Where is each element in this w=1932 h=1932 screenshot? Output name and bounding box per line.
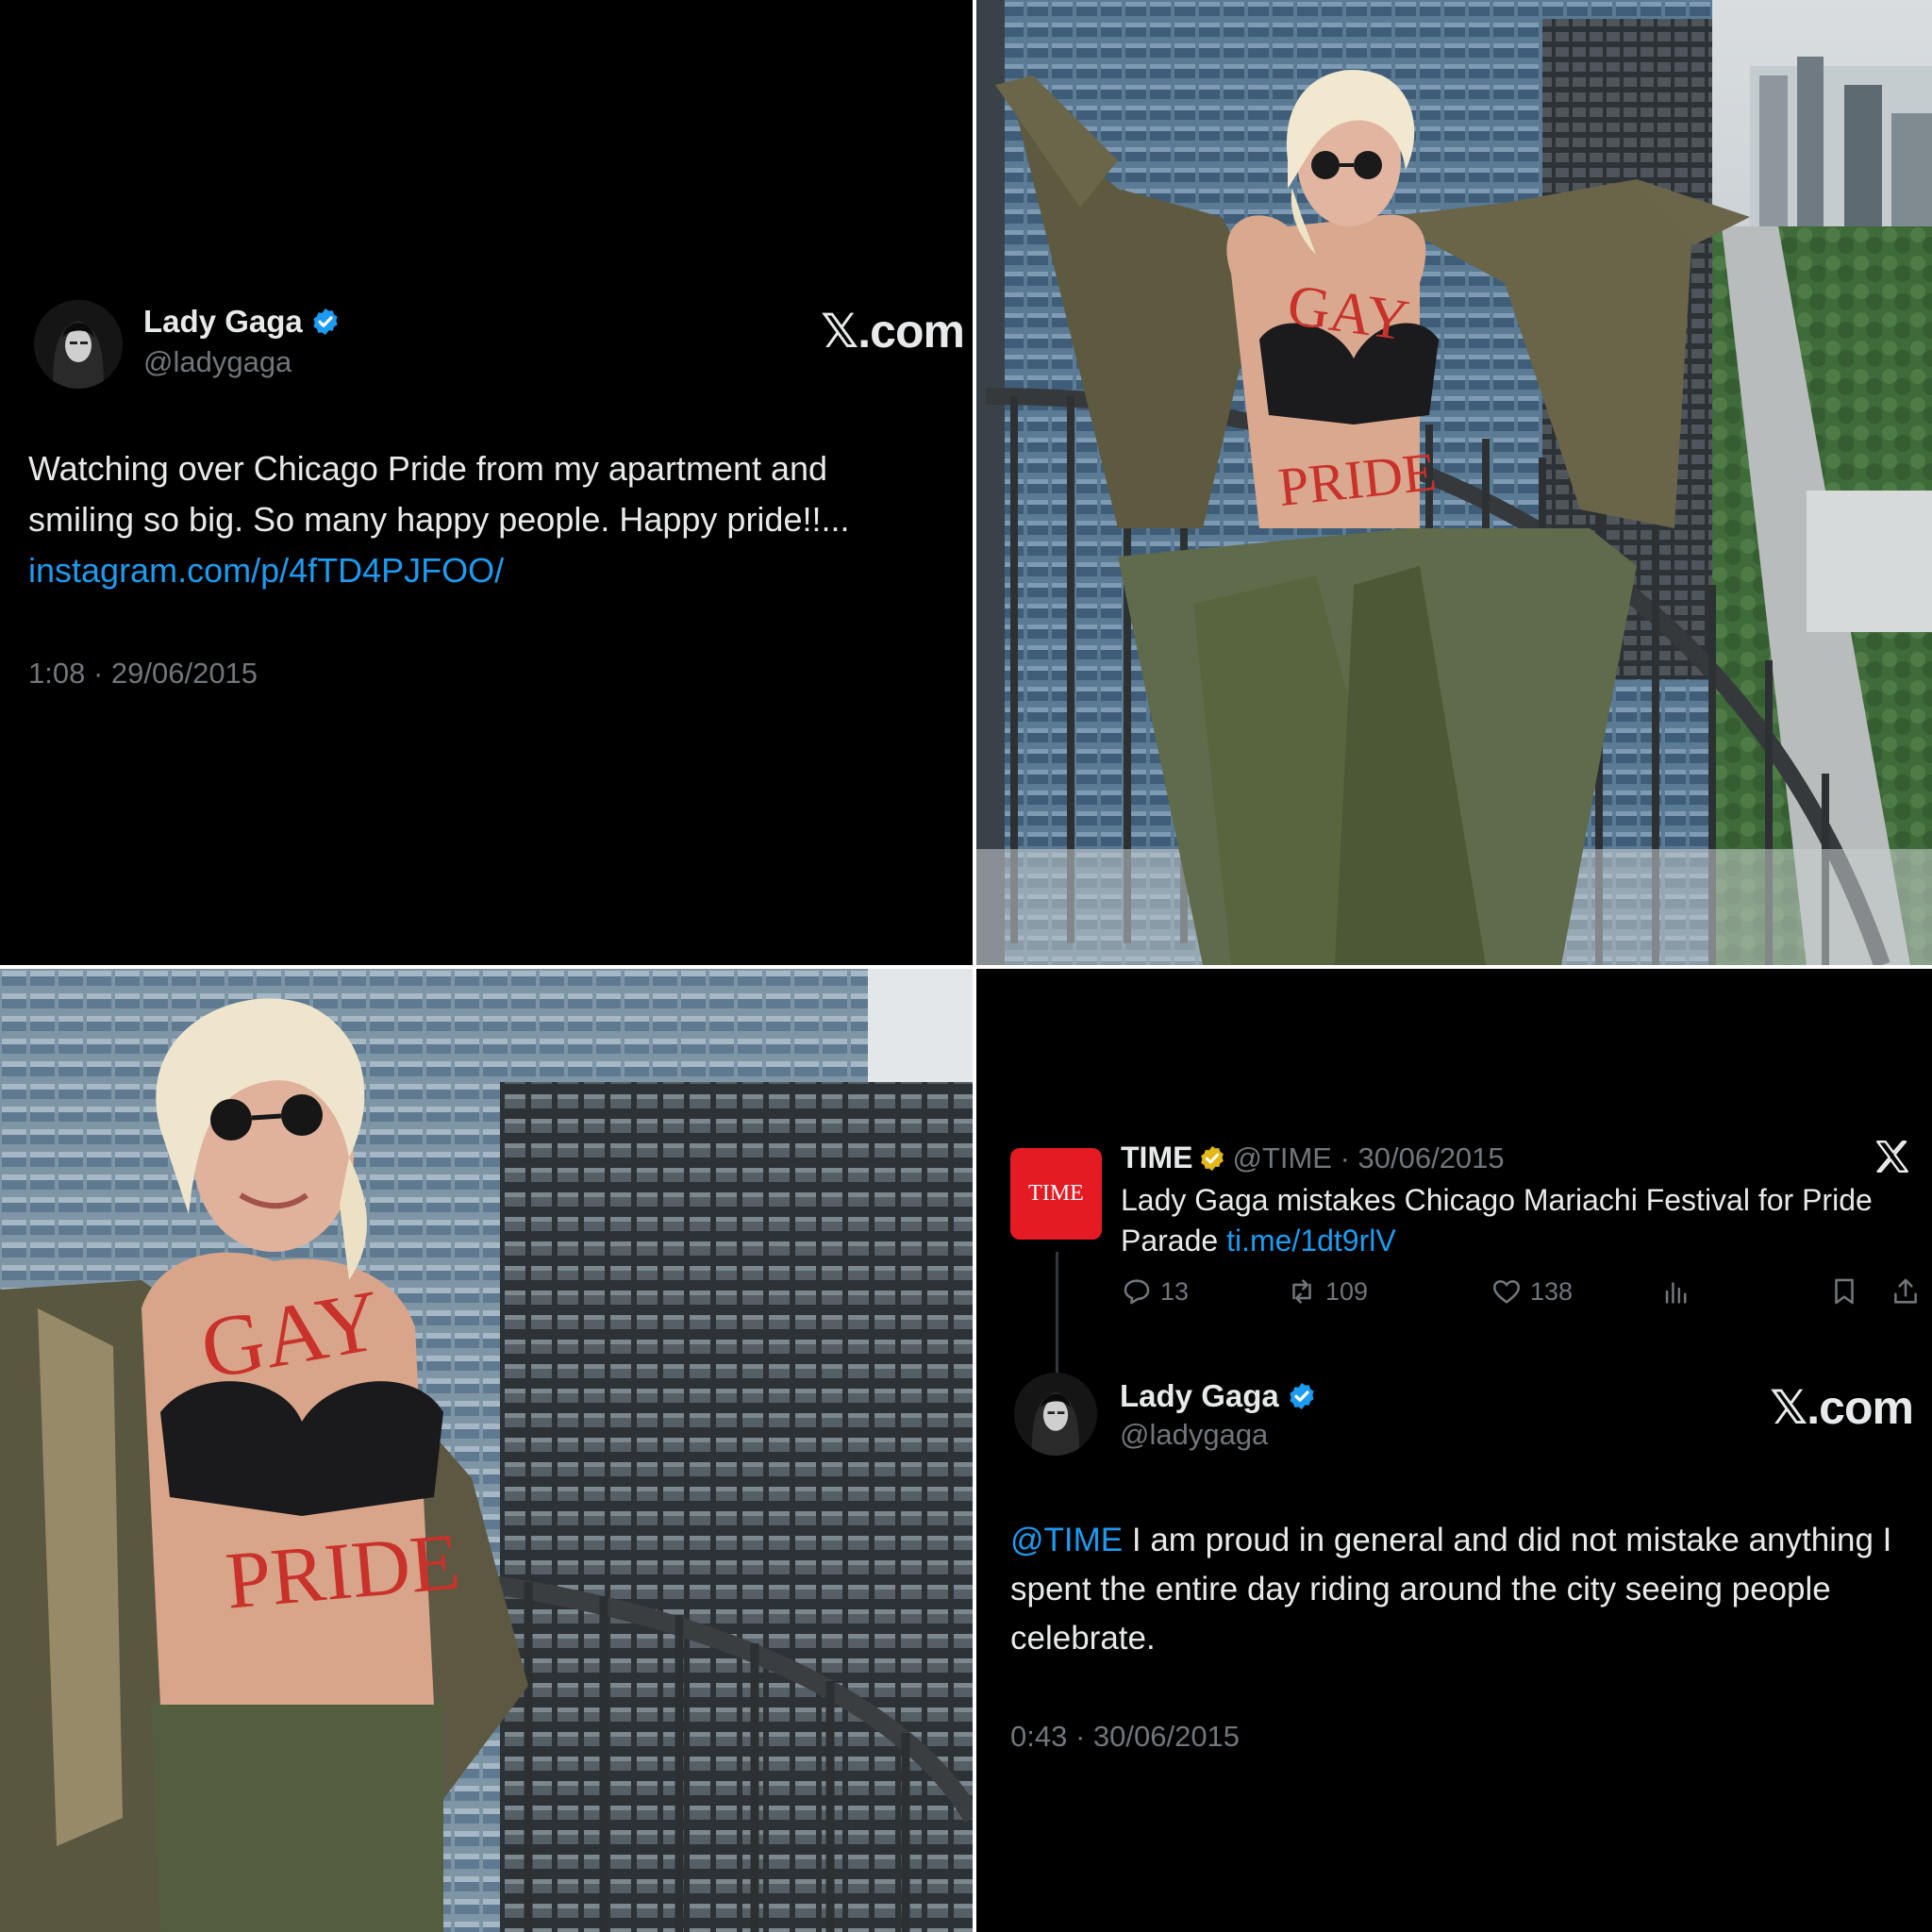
user-handle[interactable]: @ladygaga (143, 345, 291, 379)
avatar[interactable] (34, 300, 123, 389)
reply-text: @TIME I am proud in general and did not … (1010, 1516, 1907, 1663)
reply-body: I am proud in general and did not mistak… (1010, 1522, 1892, 1657)
views-button[interactable] (1660, 1275, 1692, 1307)
reply-count: 13 (1160, 1276, 1190, 1306)
views-icon (1660, 1275, 1692, 1307)
like-button[interactable]: 138 (1491, 1275, 1573, 1307)
time-tweet-link[interactable]: ti.me/1dt9rlV (1226, 1224, 1396, 1257)
divider-horizontal (0, 965, 1932, 969)
photo-balcony-bottom-image: GAY PRIDE (0, 969, 973, 1932)
reply-button[interactable]: 13 (1121, 1275, 1189, 1307)
tweet-link[interactable]: instagram.com/p/4fTD4PJFOO/ (28, 551, 504, 590)
photo-balcony-top-image: GAY PRIDE (976, 0, 1932, 965)
tweet-thread-time-reply: TIME TIME @TIME · 30/06/2015 Lady Gaga m… (976, 969, 1932, 1932)
tweet-text: Watching over Chicago Pride from my apar… (28, 443, 934, 596)
x-logo-icon: 𝕏.com (1770, 1381, 1914, 1434)
tweet-card-ladygaga-pride: Lady Gaga @ladygaga 𝕏.com Watching over … (0, 0, 973, 965)
like-icon (1491, 1275, 1523, 1307)
like-count: 138 (1530, 1276, 1574, 1306)
time-avatar[interactable]: TIME (1010, 1148, 1102, 1240)
retweet-icon (1286, 1275, 1318, 1307)
x-logo-icon: 𝕏.com (821, 305, 965, 358)
photo-balcony-bottom: GAY PRIDE (0, 969, 973, 1932)
retweet-button[interactable]: 109 (1286, 1275, 1368, 1307)
reply-icon (1121, 1275, 1153, 1307)
display-name-text: Lady Gaga (1120, 1378, 1279, 1413)
share-icon (1890, 1275, 1922, 1307)
mention-link[interactable]: @TIME (1010, 1522, 1123, 1558)
display-name[interactable]: Lady Gaga (1120, 1378, 1317, 1414)
tweet-timestamp[interactable]: 0:43 · 30/06/2015 (1010, 1720, 1240, 1754)
time-tweet-header: TIME @TIME · 30/06/2015 (1121, 1141, 1505, 1175)
tweet-actions: 13 109 138 (1121, 1275, 1923, 1313)
bookmark-button[interactable] (1828, 1275, 1860, 1307)
verified-badge-icon (310, 307, 341, 337)
retweet-count: 109 (1325, 1276, 1369, 1306)
bookmark-icon (1828, 1275, 1860, 1307)
display-name-text: Lady Gaga (143, 304, 303, 339)
thread-connector (1056, 1252, 1058, 1384)
user-handle[interactable]: @ladygaga (1120, 1418, 1268, 1452)
avatar[interactable] (1014, 1373, 1097, 1456)
gold-verified-badge-icon (1198, 1144, 1226, 1173)
time-tweet-text: Lady Gaga mistakes Chicago Mariachi Fest… (1121, 1180, 1923, 1261)
handle-and-date[interactable]: @TIME · 30/06/2015 (1232, 1141, 1504, 1175)
x-logo-icon (1873, 1137, 1912, 1176)
tweet-body: Watching over Chicago Pride from my apar… (28, 449, 850, 539)
display-name[interactable]: TIME (1121, 1141, 1192, 1175)
display-name[interactable]: Lady Gaga (143, 304, 341, 340)
share-button[interactable] (1890, 1275, 1922, 1307)
tweet-timestamp[interactable]: 1:08 · 29/06/2015 (28, 657, 258, 691)
photo-balcony-top: GAY PRIDE (976, 0, 1932, 965)
verified-badge-icon (1287, 1381, 1317, 1411)
